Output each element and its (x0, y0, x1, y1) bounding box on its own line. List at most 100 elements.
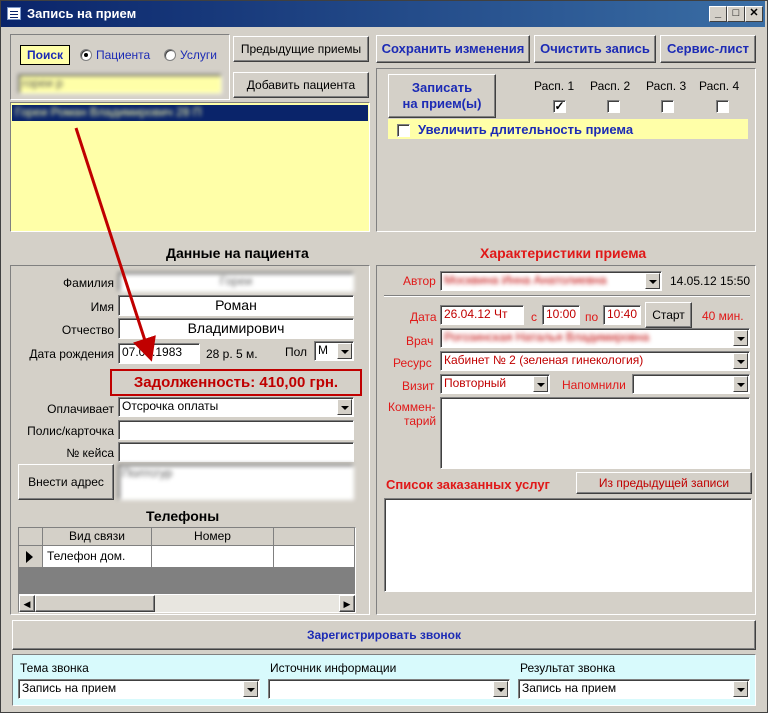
column-header-number[interactable]: Номер (152, 528, 274, 546)
chevron-down-icon[interactable] (493, 681, 508, 697)
previous-visits-button[interactable]: Предыдущие приемы (233, 36, 369, 62)
dob-field[interactable]: 07.05.1983 (118, 343, 200, 364)
case-field[interactable] (118, 442, 354, 462)
resource-value: Кабинет № 2 (зеленая гинекология) (444, 353, 644, 367)
search-label: Поиск (20, 45, 70, 65)
search-result-text: Гореи Роман Владимирович 28 П (15, 105, 202, 119)
time-to-field[interactable]: 10:40 (603, 305, 641, 325)
book-visit-button[interactable]: Записать на прием(ы) (388, 74, 496, 118)
call-topic-select[interactable]: Запись на прием (18, 679, 260, 699)
schedule-3-checkbox[interactable] (661, 100, 674, 113)
grid-corner (19, 528, 43, 546)
doctor-select[interactable]: Рогозинская Наталья Владимировна (440, 328, 750, 348)
register-call-button[interactable]: Зарегистрировать звонок (12, 620, 756, 650)
reminded-select[interactable] (632, 374, 750, 394)
patronymic-field[interactable]: Владимирович (118, 318, 354, 339)
call-result-select[interactable]: Запись на прием (518, 679, 750, 699)
doctor-label: Врач (406, 334, 434, 348)
surname-field[interactable]: Гореи (118, 272, 354, 292)
created-timestamp: 14.05.12 15:50 (670, 274, 751, 288)
schedule-4-label: Расп. 4 (699, 79, 740, 93)
services-list[interactable] (384, 498, 752, 592)
comment-label-2: тарий (404, 414, 437, 428)
chevron-down-icon[interactable] (243, 681, 258, 697)
search-input[interactable]: гореи р (18, 74, 222, 94)
service-sheet-button[interactable]: Сервис-лист (660, 35, 756, 63)
chevron-down-icon[interactable] (645, 273, 660, 289)
add-patient-button[interactable]: Добавить пациента (233, 72, 369, 98)
call-result-label: Результат звонка (520, 661, 616, 675)
visit-type-value: Повторный (444, 376, 507, 390)
duration-text: 40 мин. (702, 309, 744, 323)
chevron-down-icon[interactable] (733, 330, 748, 346)
scroll-left-icon[interactable]: ◀ (19, 595, 35, 612)
close-icon[interactable]: ✕ (745, 6, 763, 22)
column-header-type[interactable]: Вид связи (43, 528, 152, 546)
row-pointer-icon (26, 551, 33, 563)
schedule-1-checkbox[interactable]: ✓ (553, 100, 566, 113)
extend-duration-checkbox[interactable] (397, 124, 410, 137)
visit-section-title: Характеристики приема (480, 245, 647, 261)
author-label: Автор (403, 274, 436, 288)
date-field[interactable]: 26.04.12 Чт (440, 305, 524, 325)
add-address-button[interactable]: Внести адрес (18, 464, 114, 500)
radio-patients[interactable] (80, 49, 92, 61)
chevron-down-icon[interactable] (533, 376, 548, 392)
chevron-down-icon[interactable] (733, 681, 748, 697)
dob-label: Дата рождения (29, 347, 114, 361)
author-select[interactable]: Москвина Инна Анатолиевна (440, 271, 662, 291)
address-field[interactable]: Полтсгур (118, 464, 354, 500)
chevron-down-icon[interactable] (337, 343, 352, 359)
scroll-right-icon[interactable]: ▶ (339, 595, 355, 612)
patient-section-title: Данные на пациента (166, 245, 309, 261)
scroll-thumb[interactable] (35, 595, 155, 612)
radio-services[interactable] (164, 49, 176, 61)
visit-type-select[interactable]: Повторный (440, 374, 550, 394)
surname-label: Фамилия (63, 276, 114, 290)
time-from-field[interactable]: 10:00 (542, 305, 580, 325)
window-title: Запись на прием (27, 6, 137, 21)
age-text: 28 р. 5 м. (206, 347, 258, 361)
doctor-value: Рогозинская Наталья Владимировна (444, 330, 650, 344)
resource-label: Ресурс (393, 356, 432, 370)
from-previous-button[interactable]: Из предыдущей записи (576, 472, 752, 494)
row-selector[interactable] (19, 546, 43, 568)
call-result-value: Запись на прием (522, 681, 617, 695)
column-header-empty (274, 528, 355, 546)
schedule-2-label: Расп. 2 (590, 79, 631, 93)
schedule-4-checkbox[interactable] (716, 100, 729, 113)
call-topic-value: Запись на прием (22, 681, 117, 695)
table-cell-type[interactable]: Телефон дом. (43, 546, 152, 568)
search-result-row[interactable]: Гореи Роман Владимирович 28 П (12, 105, 368, 121)
case-label: № кейса (66, 446, 114, 460)
chevron-down-icon[interactable] (733, 376, 748, 392)
table-cell-empty (274, 546, 355, 568)
info-source-select[interactable] (268, 679, 510, 699)
name-field[interactable]: Роман (118, 295, 354, 316)
radio-services-label: Услуги (180, 48, 217, 62)
minimize-icon[interactable]: _ (709, 6, 727, 22)
payer-select[interactable]: Отсрочка оплаты (118, 397, 354, 417)
resource-select[interactable]: Кабинет № 2 (зеленая гинекология) (440, 351, 750, 371)
sex-value: М (318, 343, 328, 357)
clear-record-button[interactable]: Очистить запись (534, 35, 656, 63)
maximize-icon[interactable]: □ (727, 6, 745, 22)
chevron-down-icon[interactable] (337, 399, 352, 415)
sex-select[interactable]: М (314, 341, 354, 361)
horizontal-scrollbar[interactable]: ◀ ▶ (19, 594, 355, 612)
save-changes-button[interactable]: Сохранить изменения (376, 35, 530, 63)
policy-label: Полис/карточка (27, 424, 114, 438)
search-results-list[interactable] (10, 102, 370, 232)
patronymic-label: Отчество (61, 323, 114, 337)
start-button[interactable]: Старт (645, 302, 692, 328)
payer-label: Оплачивает (47, 402, 114, 416)
reminded-label: Напомнили (562, 378, 626, 392)
comment-field[interactable] (440, 397, 750, 469)
table-cell-number[interactable] (152, 546, 274, 568)
from-label: с (531, 310, 537, 324)
schedule-2-checkbox[interactable] (607, 100, 620, 113)
title-bar[interactable]: Запись на прием _ □ ✕ (1, 1, 765, 27)
policy-field[interactable] (118, 420, 354, 440)
schedule-1-label: Расп. 1 (534, 79, 575, 93)
chevron-down-icon[interactable] (733, 353, 748, 369)
